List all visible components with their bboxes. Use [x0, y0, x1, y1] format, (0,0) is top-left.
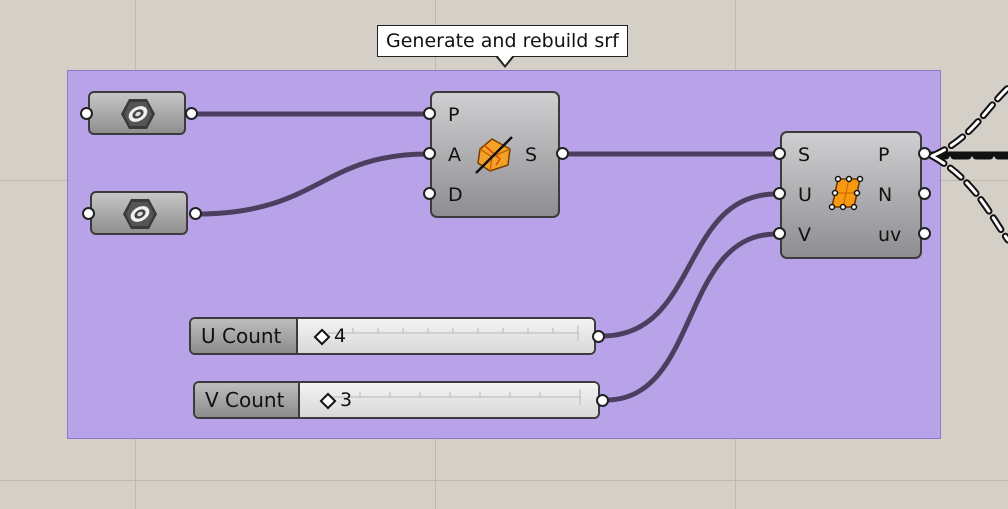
input-a-label: A [448, 144, 461, 166]
evaluate-surface-component[interactable]: S U V P N uv [780, 131, 922, 259]
grid-line [0, 480, 1008, 481]
eval-output-p-grip[interactable] [918, 147, 931, 160]
output-s-label: S [525, 144, 538, 166]
input-p-label: P [448, 104, 460, 126]
eval-input-s-grip[interactable] [773, 147, 786, 160]
rebuild-input-d-grip[interactable] [423, 187, 436, 200]
output-uv-label: uv [878, 224, 902, 246]
evaluate-surface-icon [826, 173, 866, 213]
eval-input-v-grip[interactable] [773, 227, 786, 240]
eval-output-n-grip[interactable] [918, 187, 931, 200]
slider-label: V Count [195, 383, 300, 417]
group-callout: Generate and rebuild srf [377, 25, 628, 57]
param-1-output-grip[interactable] [185, 107, 198, 120]
rebuild-surface-icon [474, 135, 514, 175]
v-count-output-grip[interactable] [596, 394, 609, 407]
geometry-param-1[interactable] [88, 91, 186, 135]
slider-value: 4 [334, 325, 347, 347]
wire-out-dashed-up [928, 84, 1008, 160]
u-count-output-grip[interactable] [592, 330, 605, 343]
rebuild-surface-component[interactable]: P A D S [430, 91, 560, 218]
hexagon-nut-icon [120, 97, 156, 131]
slider-track[interactable]: 3 [300, 383, 598, 417]
rebuild-output-s-grip[interactable] [556, 147, 569, 160]
slider-track[interactable]: 4 [298, 319, 594, 353]
callout-tail-fill [497, 55, 513, 65]
slider-value: 3 [340, 389, 353, 411]
output-p-label: P [878, 144, 890, 166]
hexagon-nut-icon [122, 197, 158, 231]
rebuild-input-a-grip[interactable] [423, 147, 436, 160]
param-2-output-grip[interactable] [189, 207, 202, 220]
eval-output-uv-grip[interactable] [918, 227, 931, 240]
input-u-label: U [798, 184, 812, 206]
u-count-slider[interactable]: U Count 4 [189, 317, 596, 355]
rebuild-input-p-grip[interactable] [423, 107, 436, 120]
input-d-label: D [448, 184, 463, 206]
param-2-input-grip[interactable] [82, 207, 95, 220]
input-v-label: V [798, 224, 811, 246]
v-count-slider[interactable]: V Count 3 [193, 381, 600, 419]
geometry-param-2[interactable] [90, 191, 188, 235]
slider-label: U Count [191, 319, 298, 353]
wire-out-dashed-down [928, 152, 1008, 244]
param-1-input-grip[interactable] [80, 107, 93, 120]
input-s-label: S [798, 144, 811, 166]
output-n-label: N [878, 184, 893, 206]
eval-input-u-grip[interactable] [773, 187, 786, 200]
